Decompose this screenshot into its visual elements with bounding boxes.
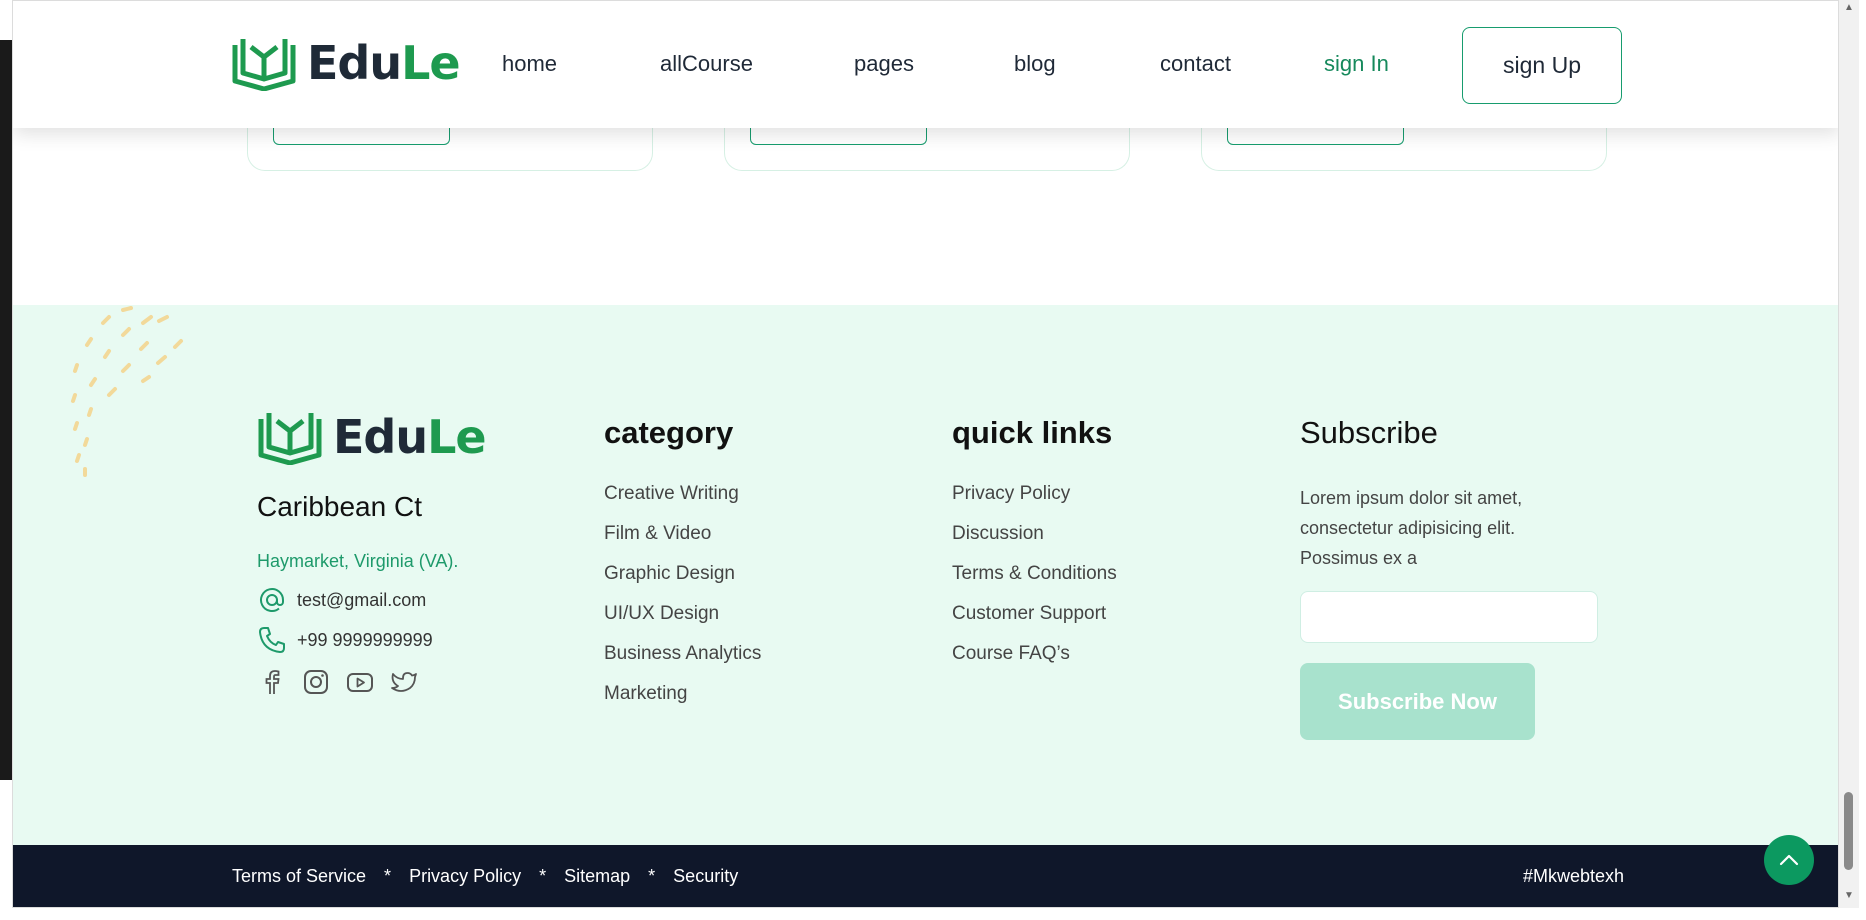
nav-contact[interactable]: contact <box>1160 51 1231 77</box>
category-link[interactable]: Marketing <box>604 683 761 723</box>
book-logo-icon <box>258 413 322 465</box>
page-viewport: EduLe home allCourse pages blog contact … <box>12 0 1839 908</box>
youtube-icon[interactable] <box>345 667 375 697</box>
quick-link[interactable]: Terms & Conditions <box>952 563 1117 603</box>
subscribe-button[interactable]: Subscribe Now <box>1300 663 1535 740</box>
terms-link[interactable]: Terms of Service <box>232 866 366 887</box>
scrollbar-thumb[interactable] <box>1844 792 1853 870</box>
quick-link[interactable]: Customer Support <box>952 603 1117 643</box>
category-link[interactable]: Graphic Design <box>604 563 761 603</box>
category-link[interactable]: Film & Video <box>604 523 761 563</box>
quick-link[interactable]: Privacy Policy <box>952 483 1117 523</box>
logo-text: EduLe <box>333 410 487 464</box>
browser-frame: EduLe home allCourse pages blog contact … <box>0 0 1866 920</box>
scroll-down-arrow-icon[interactable]: ▼ <box>1844 890 1854 901</box>
category-link[interactable]: Creative Writing <box>604 483 761 523</box>
category-list: Creative Writing Film & Video Graphic De… <box>604 483 761 723</box>
nav-blog[interactable]: blog <box>1014 51 1056 77</box>
phone-text[interactable]: +99 9999999999 <box>297 630 433 651</box>
privacy-link[interactable]: Privacy Policy <box>409 866 521 887</box>
decorative-dots <box>71 306 183 477</box>
scroll-up-arrow-icon[interactable]: ▲ <box>1844 2 1854 13</box>
at-sign-icon <box>260 588 284 612</box>
phone-icon <box>259 627 285 653</box>
category-title: category <box>604 415 734 450</box>
header-logo[interactable]: EduLe <box>231 35 461 91</box>
nav-home[interactable]: home <box>502 51 557 77</box>
separator: * <box>384 866 392 886</box>
phone-row[interactable]: +99 9999999999 <box>257 625 433 655</box>
sign-up-button[interactable]: sign Up <box>1462 27 1622 104</box>
bottom-bar: Terms of Service * Privacy Policy * Site… <box>13 845 1838 907</box>
scroll-to-top-button[interactable] <box>1764 835 1814 885</box>
address-title: Caribbean Ct <box>257 491 422 522</box>
site-footer: EduLe Caribbean Ct Haymarket, Virginia (… <box>13 305 1838 845</box>
address-subtitle: Haymarket, Virginia (VA). <box>257 551 459 571</box>
sign-in-link[interactable]: sign In <box>1324 51 1389 77</box>
window-edge <box>0 40 12 780</box>
subscribe-title: Subscribe <box>1300 415 1438 450</box>
separator: * <box>648 866 656 886</box>
page-scrollbar[interactable]: ▲ ▼ <box>1839 0 1859 908</box>
social-links <box>257 667 419 697</box>
nav-allcourse[interactable]: allCourse <box>660 51 753 77</box>
subscribe-email-input[interactable] <box>1300 591 1598 643</box>
facebook-icon[interactable] <box>257 667 287 697</box>
site-header: EduLe home allCourse pages blog contact … <box>13 1 1838 128</box>
sitemap-link[interactable]: Sitemap <box>564 866 630 887</box>
twitter-icon[interactable] <box>389 667 419 697</box>
email-text[interactable]: test@gmail.com <box>297 590 426 611</box>
book-logo-icon <box>232 39 296 91</box>
category-link[interactable]: Business Analytics <box>604 643 761 683</box>
nav-pages[interactable]: pages <box>854 51 914 77</box>
security-link[interactable]: Security <box>673 866 738 887</box>
instagram-icon[interactable] <box>301 667 331 697</box>
footer-tag: #Mkwebtexh <box>1522 866 1624 886</box>
separator: * <box>539 866 547 886</box>
quick-link[interactable]: Course FAQ’s <box>952 643 1117 683</box>
subscribe-description: Lorem ipsum dolor sit amet, consectetur … <box>1300 488 1523 568</box>
logo-text: EduLe <box>307 36 461 90</box>
legal-links: Terms of Service * Privacy Policy * Site… <box>232 866 738 887</box>
footer-logo[interactable]: EduLe <box>257 409 487 465</box>
quick-links-list: Privacy Policy Discussion Terms & Condit… <box>952 483 1117 683</box>
category-link[interactable]: UI/UX Design <box>604 603 761 643</box>
quick-links-title: quick links <box>952 415 1113 450</box>
quick-link[interactable]: Discussion <box>952 523 1117 563</box>
email-row[interactable]: test@gmail.com <box>257 585 426 615</box>
chevron-up-icon <box>1779 854 1799 866</box>
